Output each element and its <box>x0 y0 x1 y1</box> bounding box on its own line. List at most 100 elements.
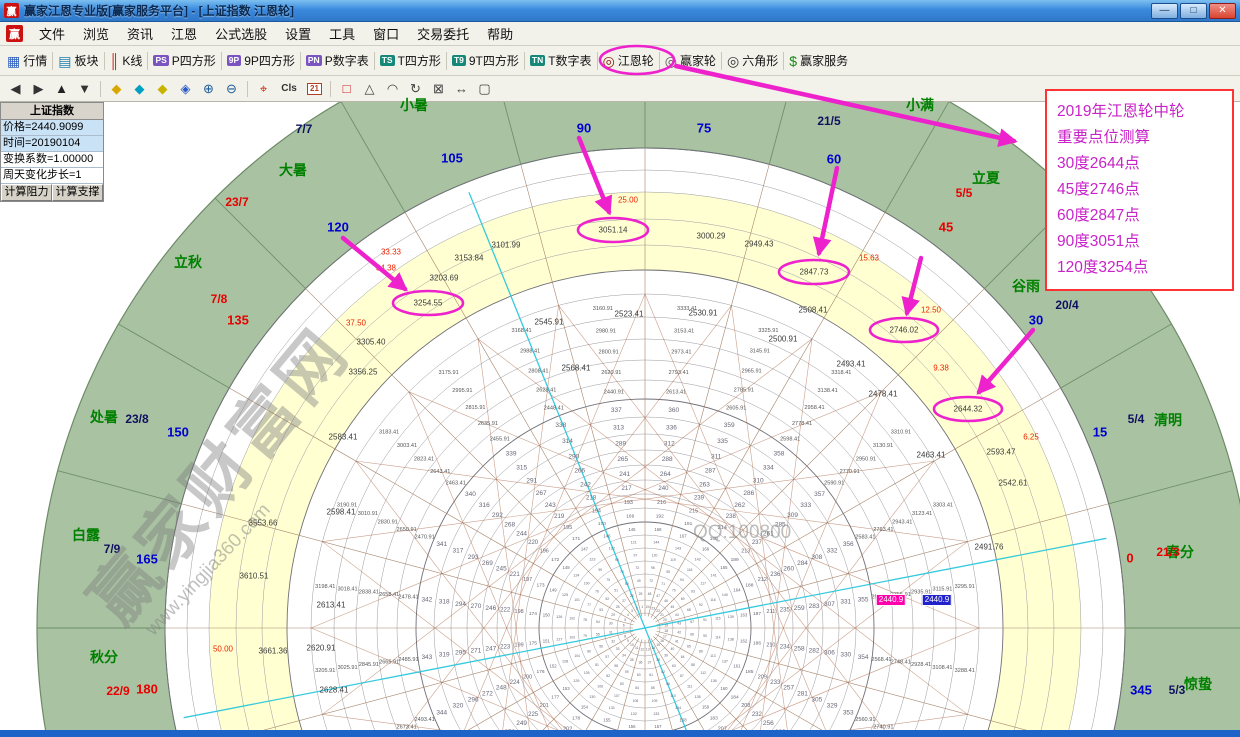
crosshair-tool[interactable]: ⌖ <box>252 79 275 99</box>
svg-text:2628.41: 2628.41 <box>536 387 556 393</box>
price-value-label: 2508.41 <box>799 306 828 315</box>
move-tool[interactable]: ↔ <box>450 79 473 99</box>
svg-text:292: 292 <box>492 512 503 519</box>
filter-tool[interactable]: ▼ <box>73 79 96 99</box>
svg-text:202: 202 <box>563 727 572 730</box>
calc-resistance-button[interactable]: 计算阻力 <box>1 184 52 201</box>
calendar-button[interactable]: 21 <box>303 79 326 99</box>
menu-item-4[interactable]: 公式选股 <box>206 22 276 45</box>
price-value-label: 3000.29 <box>697 232 726 241</box>
gann-wheel-button[interactable]: ◎江恩轮 <box>599 49 658 72</box>
p-table-button[interactable]: PNP数字表 <box>302 49 373 72</box>
menu-item-9[interactable]: 帮助 <box>478 22 522 45</box>
menu-item-8[interactable]: 交易委托 <box>408 22 478 45</box>
diamond-cyan-tool[interactable]: ◆ <box>128 79 151 99</box>
svg-text:215: 215 <box>689 508 698 514</box>
winner-service-button-label: 赢家服务 <box>800 52 848 69</box>
price-value-label: 2542.61 <box>999 479 1028 488</box>
annotation-line-4: 60度2847点 <box>1057 203 1222 229</box>
menu-item-6[interactable]: 工具 <box>320 22 364 45</box>
svg-text:319: 319 <box>439 652 450 659</box>
solar-term-label: 处暑 <box>90 407 118 427</box>
pointer-up-tool[interactable]: ▲ <box>50 79 73 99</box>
svg-text:289: 289 <box>615 441 626 448</box>
t-square-button[interactable]: TST四方形 <box>376 49 445 72</box>
svg-text:3168.41: 3168.41 <box>511 328 531 334</box>
toolbar-separator <box>659 52 660 70</box>
nav-back-button[interactable]: ◀ <box>4 79 27 99</box>
price-value-label: 2746.02 <box>890 326 919 335</box>
svg-text:246: 246 <box>485 605 496 612</box>
cross-box-tool[interactable]: ⊠ <box>427 79 450 99</box>
svg-text:356: 356 <box>843 541 854 548</box>
svg-text:160: 160 <box>720 686 728 691</box>
menu-item-0[interactable]: 文件 <box>30 22 74 45</box>
price-value-label: 2530.91 <box>689 309 718 318</box>
cls-button[interactable]: Cls <box>275 79 303 99</box>
svg-text:141: 141 <box>711 574 717 578</box>
svg-text:76: 76 <box>595 589 599 593</box>
9t-square-button[interactable]: T99T四方形 <box>448 49 523 72</box>
price-value-label: 2463.41 <box>917 451 946 460</box>
minimize-button[interactable]: — <box>1151 3 1178 19</box>
winner-wheel-button[interactable]: ◎赢家轮 <box>661 49 720 72</box>
svg-text:190: 190 <box>710 536 718 542</box>
t-table-button[interactable]: TNT数字表 <box>526 49 596 72</box>
p-square-button[interactable]: PSP四方形 <box>149 49 219 72</box>
diamond-gold-tool[interactable]: ◆ <box>151 79 174 99</box>
svg-text:133: 133 <box>653 712 659 716</box>
diamond-yellow-tool[interactable]: ◆ <box>105 79 128 99</box>
svg-text:2815.91: 2815.91 <box>465 405 485 411</box>
svg-text:63: 63 <box>672 664 676 668</box>
menu-item-1[interactable]: 浏览 <box>74 22 118 45</box>
maximize-button[interactable]: □ <box>1180 3 1207 19</box>
calc-support-button[interactable]: 计算支撑 <box>52 184 103 201</box>
close-button[interactable]: ✕ <box>1209 3 1236 19</box>
zoom-out-button[interactable]: ⊖ <box>220 79 243 99</box>
svg-text:3310.91: 3310.91 <box>891 430 911 436</box>
svg-text:2778.41: 2778.41 <box>792 421 812 427</box>
svg-text:157: 157 <box>654 724 662 729</box>
svg-text:71: 71 <box>661 582 665 586</box>
price-value-label: 2545.91 <box>535 318 564 327</box>
svg-text:149: 149 <box>550 587 558 592</box>
key-levels-annotation-box: 2019年江恩轮中轮重要点位测算30度2644点45度2746点60度2847点… <box>1045 89 1234 291</box>
region-select-tool[interactable]: ▢ <box>473 79 496 99</box>
triangle-tool[interactable]: △ <box>358 79 381 99</box>
diamond-blue-tool[interactable]: ◈ <box>174 79 197 99</box>
svg-text:7: 7 <box>623 629 625 633</box>
price-value-label: 2598.41 <box>327 508 356 517</box>
menu-item-2[interactable]: 资讯 <box>118 22 162 45</box>
menu-item-7[interactable]: 窗口 <box>364 22 408 45</box>
svg-text:3: 3 <box>631 609 633 613</box>
svg-text:68: 68 <box>687 608 691 612</box>
sectors-button[interactable]: ▤板块 <box>54 49 102 72</box>
svg-text:114: 114 <box>715 636 721 640</box>
winner-service-button[interactable]: $赢家服务 <box>785 49 852 72</box>
svg-text:359: 359 <box>724 422 735 429</box>
9p-square-button[interactable]: 9P9P四方形 <box>223 49 299 72</box>
rect-tool[interactable]: □ <box>335 79 358 99</box>
svg-text:158: 158 <box>680 717 688 722</box>
kline-button[interactable]: ║K线 <box>106 49 147 72</box>
svg-text:2470.91: 2470.91 <box>415 535 435 541</box>
svg-text:2658.41: 2658.41 <box>379 592 399 598</box>
menu-item-5[interactable]: 设置 <box>276 22 320 45</box>
svg-text:74: 74 <box>620 570 624 574</box>
svg-text:331: 331 <box>840 599 851 606</box>
svg-text:2598.41: 2598.41 <box>780 437 800 443</box>
svg-text:272: 272 <box>482 690 493 697</box>
svg-text:39: 39 <box>664 653 668 657</box>
zoom-in-button[interactable]: ⊕ <box>197 79 220 99</box>
svg-text:312: 312 <box>664 441 675 448</box>
svg-text:2485.91: 2485.91 <box>398 657 418 663</box>
menu-item-3[interactable]: 江恩 <box>162 22 206 45</box>
nav-forward-button[interactable]: ▶ <box>27 79 50 99</box>
t-square-button-icon: TS <box>380 55 395 66</box>
quotes-button[interactable]: ▦行情 <box>3 49 51 72</box>
svg-text:83: 83 <box>620 682 624 686</box>
window-controls: —□✕ <box>1151 3 1236 19</box>
hexagon-button[interactable]: ◎六角形 <box>723 49 782 72</box>
svg-text:113: 113 <box>710 654 716 658</box>
degree-label: 90 <box>577 121 591 136</box>
